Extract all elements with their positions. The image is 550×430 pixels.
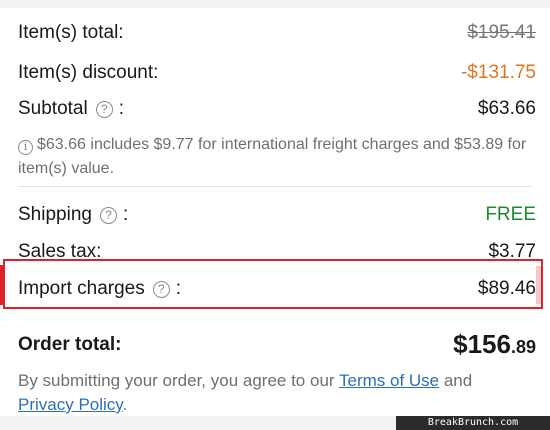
freight-note-text: $63.66 includes $9.77 for international …	[18, 136, 527, 177]
order-summary-card: Item(s) total: $195.41 Item(s) discount:…	[0, 8, 550, 416]
divider	[18, 186, 532, 187]
items-total-row: Item(s) total: $195.41	[18, 22, 536, 44]
items-discount-value: -$131.75	[460, 62, 536, 83]
terms-of-use-link[interactable]: Terms of Use	[339, 371, 439, 390]
watermark: BreakBrunch.com	[396, 416, 550, 430]
shipping-label: Shipping	[18, 204, 92, 225]
items-discount-row: Item(s) discount: -$131.75	[18, 62, 536, 84]
freight-note: i $63.66 includes $9.77 for international…	[18, 133, 532, 181]
question-circle-icon[interactable]: ?	[95, 100, 113, 118]
shipping-colon: :	[122, 204, 129, 225]
shipping-value: FREE	[485, 204, 536, 225]
order-total-dollars: $156	[453, 329, 511, 359]
subtotal-colon: :	[118, 98, 125, 119]
order-total-row: Order total: $156.89	[18, 329, 536, 360]
items-discount-label: Item(s) discount:	[18, 62, 159, 83]
subtotal-label: Subtotal	[18, 98, 88, 119]
order-total-label: Order total:	[18, 333, 122, 355]
legal-notice: By submitting your order, you agree to o…	[18, 369, 532, 417]
legal-prefix: By submitting your order, you agree to o…	[18, 371, 339, 390]
question-circle-icon[interactable]: ?	[99, 206, 117, 224]
legal-suffix: .	[122, 395, 128, 414]
order-total-value: $156.89	[453, 329, 536, 360]
import-charges-highlight-box	[3, 259, 543, 309]
subtotal-row: Subtotal ? : $63.66	[18, 98, 536, 120]
items-total-value: $195.41	[467, 22, 536, 43]
info-circle-icon: i	[18, 139, 33, 155]
shipping-row: Shipping ? : FREE	[18, 204, 536, 226]
order-total-cents: .89	[510, 337, 536, 357]
items-total-label: Item(s) total:	[18, 22, 124, 43]
legal-middle: and	[439, 371, 473, 390]
privacy-policy-link[interactable]: Privacy Policy	[18, 395, 123, 414]
subtotal-value: $63.66	[477, 98, 536, 119]
